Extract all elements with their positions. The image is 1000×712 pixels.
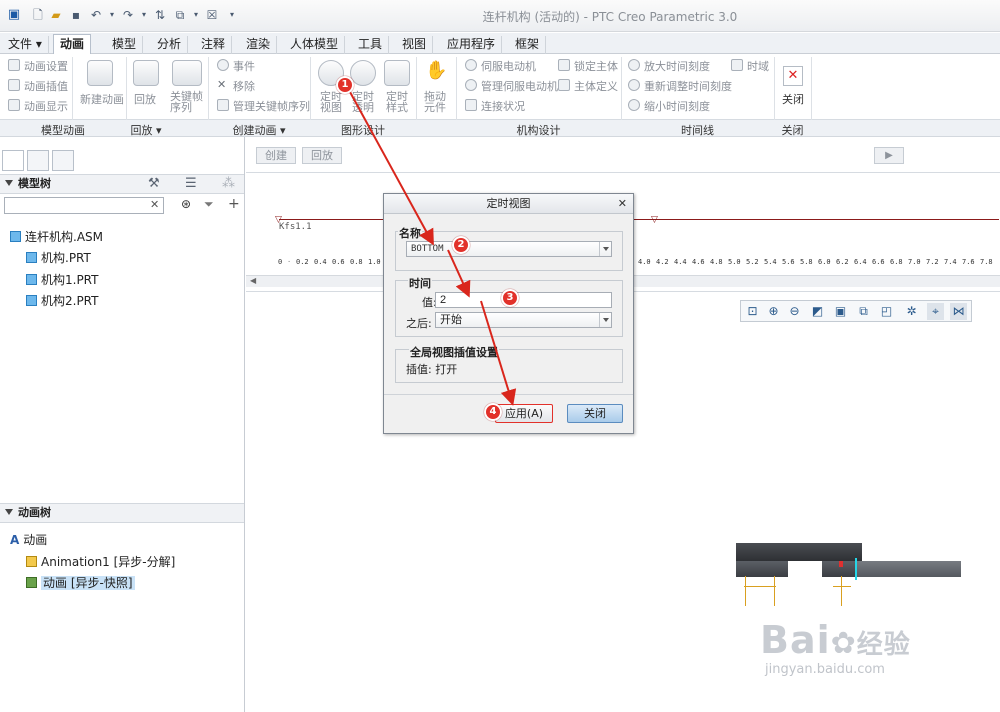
step-badge-3: 3	[501, 289, 519, 307]
step-badge-2: 2	[452, 236, 470, 254]
arrow-2-to-value	[447, 249, 471, 298]
step-badge-1: 1	[336, 76, 354, 94]
arrow-1-to-name	[349, 91, 434, 246]
annotation-arrows	[349, 91, 517, 406]
step-badge-4: 4	[484, 403, 502, 421]
arrow-3-to-apply	[480, 300, 517, 406]
